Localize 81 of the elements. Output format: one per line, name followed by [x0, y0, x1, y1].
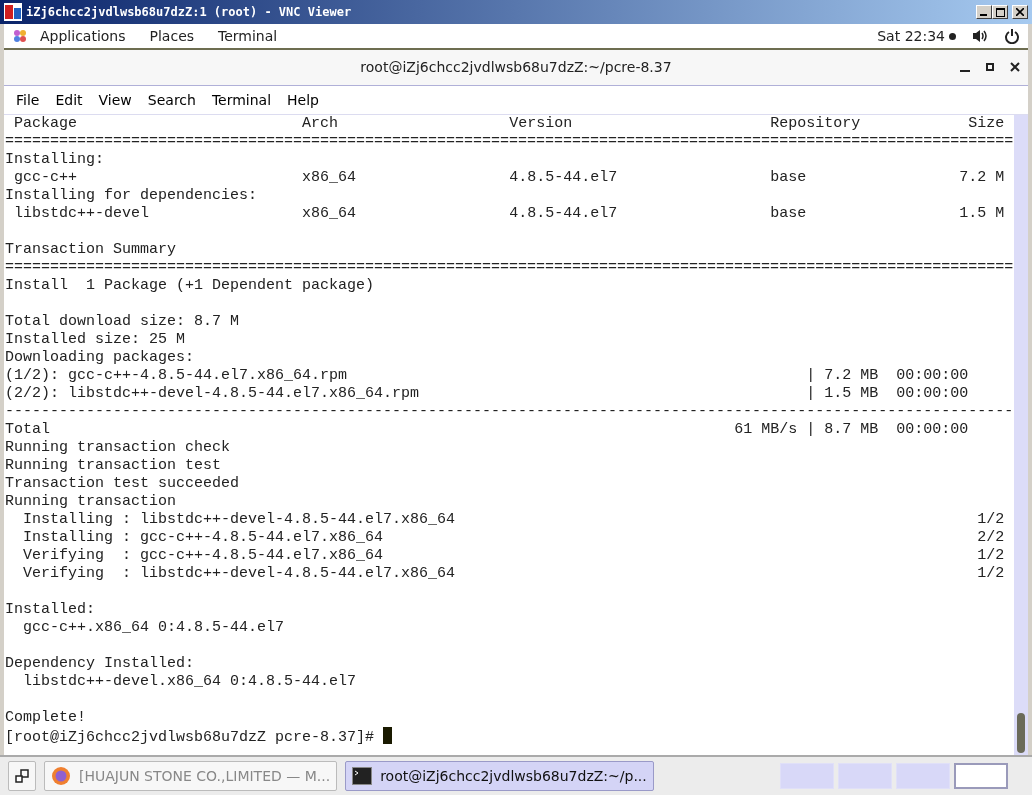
- table-cell: Version: [509, 115, 573, 132]
- menu-item[interactable]: Search: [139, 89, 204, 111]
- terminal-line: ================================================================================================================: [5, 259, 1014, 276]
- terminal-line: Installed size: 25 M: [5, 331, 186, 348]
- table-cell: Package: [14, 115, 78, 132]
- cursor: [383, 727, 393, 744]
- table-cell: base: [770, 169, 807, 186]
- step-count: 1/2: [977, 547, 1005, 564]
- close-button[interactable]: [1012, 5, 1028, 19]
- terminal-line: Installing : gcc-c++-4.8.5-44.el7.x86_64: [22, 529, 384, 546]
- terminal-line: Installing:: [5, 151, 105, 168]
- window-title: iZj6chcc2jvdlwsb68u7dzZ:1 (root) - VNC Viewer: [26, 5, 352, 19]
- show-desktop-icon: [15, 769, 29, 783]
- taskbar-window-button[interactable]: root@iZj6chcc2jvdlwsb68u7dzZ:~/p...: [345, 761, 654, 791]
- maximize-button[interactable]: [992, 5, 1008, 19]
- table-cell: gcc-c++: [14, 169, 78, 186]
- terminal-line: Verifying : gcc-c++-4.8.5-44.el7.x86_64: [22, 547, 384, 564]
- table-cell: base: [770, 205, 807, 222]
- menu-item[interactable]: Help: [279, 89, 327, 111]
- menu-item[interactable]: Terminal: [203, 89, 280, 111]
- volume-icon[interactable]: [972, 29, 988, 43]
- top-menu[interactable]: Terminal: [206, 25, 290, 47]
- download-status: 61 MB/s | 8.7 MB 00:00:00: [734, 421, 969, 438]
- scrollbar[interactable]: [1014, 115, 1028, 755]
- table-cell: 4.8.5-44.el7: [509, 169, 618, 186]
- terminal-line: Total: [5, 421, 50, 438]
- terminal-line: ----------------------------------------------------------------------------------------------------------------: [5, 403, 1014, 420]
- minimize-button[interactable]: [976, 5, 992, 19]
- menu-item[interactable]: Edit: [47, 89, 91, 111]
- terminal-line: Transaction Summary: [5, 241, 177, 258]
- table-cell: 1.5 M: [959, 205, 1005, 222]
- menu-item[interactable]: View: [90, 89, 140, 111]
- step-count: 1/2: [977, 511, 1005, 528]
- terminal-icon: [352, 767, 373, 785]
- terminal-line: Verifying : libstdc++-devel-4.8.5-44.el7.x86_64: [22, 565, 456, 582]
- table-cell: Arch: [302, 115, 339, 132]
- terminal-line: Installing for dependencies:: [5, 187, 258, 204]
- workspace-switcher[interactable]: [954, 763, 1008, 789]
- step-count: 1/2: [977, 565, 1005, 582]
- table-cell: Repository: [770, 115, 861, 132]
- terminal-line: Dependency Installed:: [5, 655, 195, 672]
- power-icon[interactable]: [1004, 28, 1020, 44]
- notification-dot-icon: [949, 32, 956, 40]
- terminal-line: Transaction test succeeded: [5, 475, 240, 492]
- terminal-title: root@iZj6chcc2jvdlwsb68u7dzZ:~/pcre-8.37: [360, 58, 672, 77]
- top-menu[interactable]: Places: [137, 25, 207, 47]
- close-icon: [1016, 8, 1024, 16]
- shell-prompt: [root@iZj6chcc2jvdlwsb68u7dzZ pcre-8.37]#: [5, 729, 375, 746]
- terminal-line: Complete!: [5, 709, 86, 726]
- maximize-icon: [995, 7, 1005, 17]
- terminal-line: Running transaction test: [5, 457, 222, 474]
- terminal-line: (1/2): gcc-c++-4.8.5-44.el7.x86_64.rpm: [5, 367, 348, 384]
- app-logo-icon: [4, 3, 22, 21]
- clock[interactable]: Sat 22:34: [877, 25, 945, 47]
- terminal-line: libstdc++-devel.x86_64 0:4.8.5-44.el7: [22, 673, 357, 690]
- table-cell: 7.2 M: [959, 169, 1005, 186]
- terminal-line: Installed:: [5, 601, 95, 618]
- terminal-line: (2/2): libstdc++-devel-4.8.5-44.el7.x86_64.rpm: [5, 385, 420, 402]
- browser-icon: [51, 766, 71, 786]
- table-cell: Size: [968, 115, 1005, 132]
- terminal-line: gcc-c++.x86_64 0:4.8.5-44.el7: [22, 619, 285, 636]
- terminal-line: Downloading packages:: [5, 349, 195, 366]
- table-cell: x86_64: [302, 205, 357, 222]
- table-cell: libstdc++-devel: [14, 205, 150, 222]
- terminal-line: Installing : libstdc++-devel-4.8.5-44.el7.x86_64: [22, 511, 456, 528]
- menu-item[interactable]: File: [8, 89, 48, 111]
- step-count: 2/2: [977, 529, 1005, 546]
- top-menu[interactable]: Applications: [28, 25, 138, 47]
- show-desktop-button[interactable]: [8, 761, 36, 791]
- terminal-line: Total download size: 8.7 M: [5, 313, 240, 330]
- table-cell: 4.8.5-44.el7: [509, 205, 618, 222]
- close-icon[interactable]: [1010, 62, 1020, 72]
- table-cell: x86_64: [302, 169, 357, 186]
- terminal-line: Install 1 Package (+1 Dependent package): [5, 277, 375, 294]
- download-status: | 7.2 MB 00:00:00: [806, 367, 969, 384]
- maximize-icon[interactable]: [986, 63, 994, 71]
- terminal-line: Running transaction check: [5, 439, 231, 456]
- terminal-line: Running transaction: [5, 493, 177, 510]
- download-status: | 1.5 MB 00:00:00: [806, 385, 969, 402]
- apps-icon: [12, 28, 28, 44]
- terminal-line: ================================================================================================================: [5, 133, 1014, 150]
